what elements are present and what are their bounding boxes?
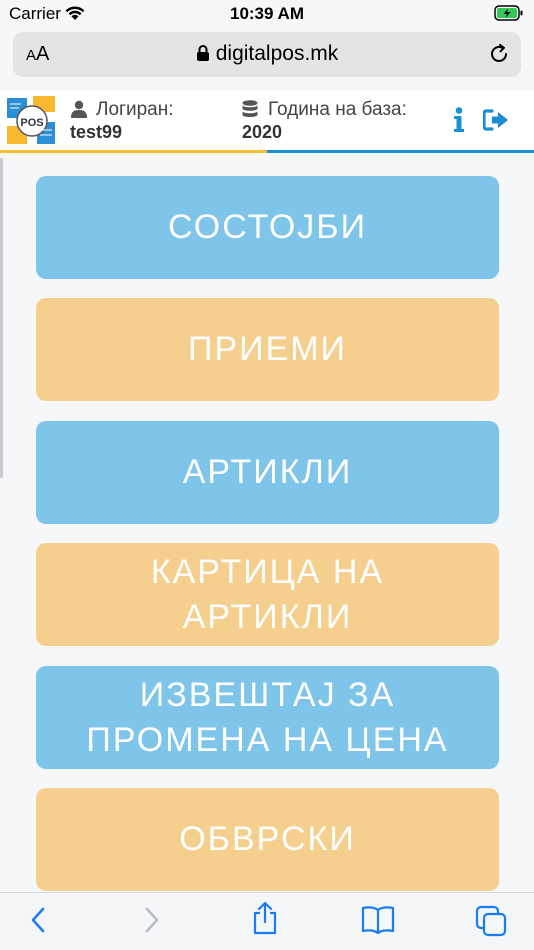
menu-item-kartica-na-artikli[interactable]: КАРТИЦА НА АРТИКЛИ <box>36 543 499 646</box>
back-icon[interactable] <box>28 905 48 940</box>
clock: 10:39 AM <box>229 4 304 23</box>
database-icon <box>242 100 258 123</box>
logout-icon[interactable] <box>482 109 509 136</box>
menu-item-obvrski[interactable]: ОБВРСКИ <box>36 788 499 891</box>
svg-text:POS: POS <box>20 117 43 129</box>
lock-icon <box>196 44 210 68</box>
db-year-value: 2020 <box>242 122 283 142</box>
app-logo[interactable]: POS <box>7 96 57 146</box>
url-field[interactable]: digitalpos.mk <box>13 42 521 68</box>
menu-item-izvestaj-za-promena-na-cena[interactable]: ИЗВЕШТАЈ ЗА ПРОМЕНА НА ЦЕНА <box>36 666 499 769</box>
logged-in-label: Логиран: <box>96 99 174 120</box>
reload-icon[interactable] <box>487 42 511 71</box>
battery-charging-icon <box>494 5 524 26</box>
status-bar: Carrier 10:39 AM <box>0 0 534 28</box>
url-text: digitalpos.mk <box>215 42 339 65</box>
menu-item-priemi[interactable]: ПРИЕМИ <box>36 298 499 401</box>
db-year-label: Година на база: <box>268 99 407 120</box>
browser-toolbar <box>0 892 534 950</box>
user-icon <box>70 100 88 123</box>
menu-item-sostojbi[interactable]: СОСТОЈБИ <box>36 176 499 279</box>
tabs-icon[interactable] <box>475 905 507 942</box>
info-icon[interactable] <box>453 107 465 138</box>
logged-in-user: test99 <box>70 122 123 142</box>
header-accent-blue <box>267 150 534 153</box>
share-icon[interactable] <box>251 901 279 940</box>
bookmarks-icon[interactable] <box>361 905 395 940</box>
address-bar[interactable]: AA digitalpos.mk <box>13 32 521 77</box>
scroll-indicator <box>0 158 3 478</box>
menu-item-artikli[interactable]: АРТИКЛИ <box>36 421 499 524</box>
header-accent-yellow <box>0 150 267 153</box>
app-header: POS Логиран: test99 Година на база: 2020 <box>0 91 534 153</box>
forward-icon[interactable] <box>142 905 162 940</box>
